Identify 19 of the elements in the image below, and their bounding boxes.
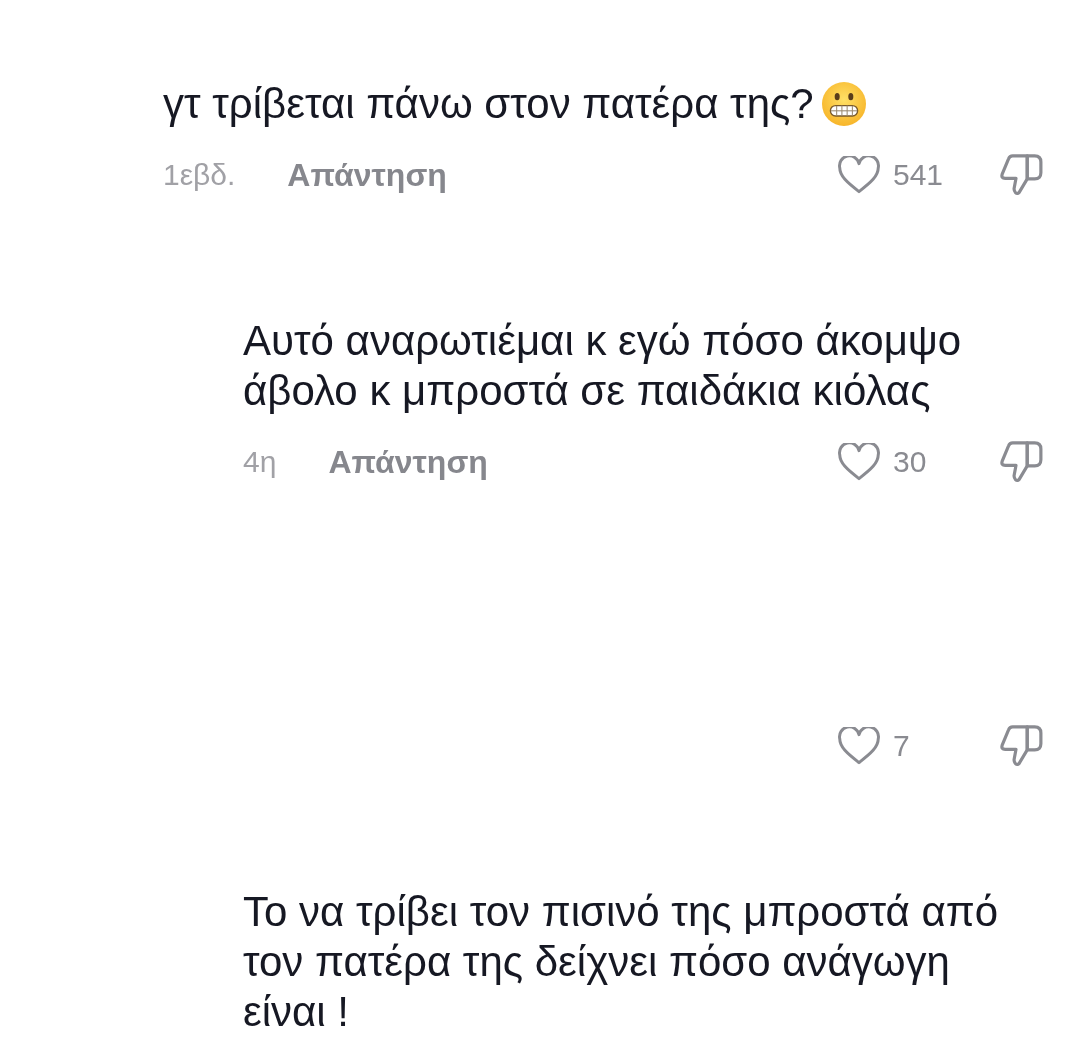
comment-time: 1εβδ. <box>163 158 236 192</box>
like-button[interactable]: 541 <box>838 156 944 194</box>
comment-text: Το να τρίβει τον πισινό της μπροστά από τον πατέρα της δείχνει πόσο ανάγωγη είναι ! <box>243 887 999 1037</box>
comment-text: γτ τρίβεται πάνω στον πατέρα της? <box>163 79 814 129</box>
reply-button[interactable]: Απάντηση <box>328 443 488 481</box>
comment-text: Αυτό αναρωτιέμαι κ εγώ πόσο άκομψο άβολο κ μπροστά σε παιδάκια κιόλας <box>243 316 962 416</box>
dislike-button[interactable] <box>998 724 1043 768</box>
like-button[interactable]: 30 <box>838 443 927 481</box>
thumbs-down-icon <box>998 440 1043 484</box>
like-button[interactable]: 7 <box>838 727 910 765</box>
thumbs-down-icon <box>998 153 1043 197</box>
reply-button[interactable]: Απάντηση <box>287 156 447 194</box>
comment-time: 4η <box>243 445 277 479</box>
thumbs-down-icon <box>998 724 1043 768</box>
heart-icon <box>838 727 880 765</box>
dislike-button[interactable] <box>998 153 1043 197</box>
dislike-button[interactable] <box>998 440 1043 484</box>
heart-icon <box>838 443 880 481</box>
heart-icon <box>838 156 880 194</box>
